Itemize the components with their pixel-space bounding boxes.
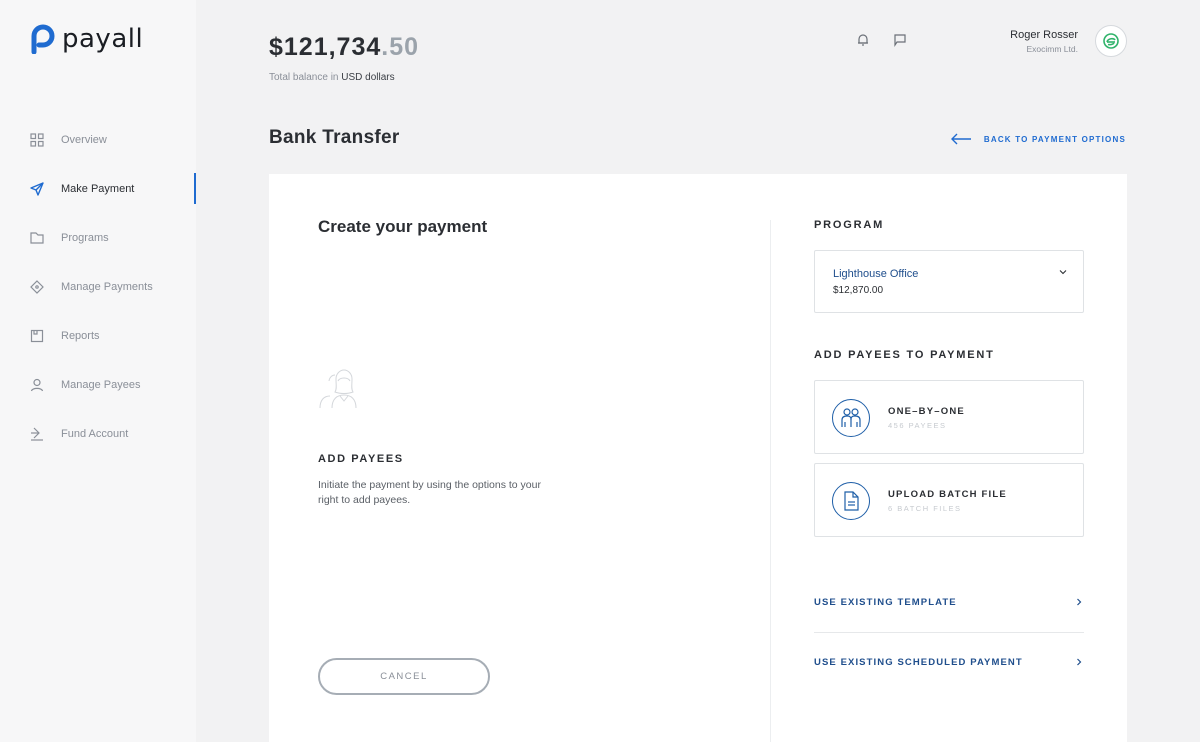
link-label: USE EXISTING SCHEDULED PAYMENT bbox=[814, 656, 1023, 668]
tag-icon bbox=[30, 279, 44, 294]
option-subtitle: 6 BATCH FILES bbox=[888, 504, 962, 513]
sidebar-item-label: Programs bbox=[61, 231, 109, 244]
sidebar-item-label: Overview bbox=[61, 133, 107, 146]
sidebar-item-label: Fund Account bbox=[61, 427, 129, 440]
download-icon bbox=[30, 427, 44, 441]
sidebar-nav: Overview Make Payment Programs Manage Pa… bbox=[0, 115, 196, 458]
balance-cents: .50 bbox=[381, 33, 420, 61]
folder-icon bbox=[30, 231, 44, 245]
use-existing-template-link[interactable]: USE EXISTING TEMPLATE bbox=[814, 587, 1084, 617]
message-icon[interactable] bbox=[892, 32, 908, 48]
program-name: Lighthouse Office bbox=[833, 268, 919, 280]
grid-icon bbox=[30, 132, 44, 147]
links-divider bbox=[814, 632, 1084, 633]
program-select[interactable]: Lighthouse Office $12,870.00 bbox=[814, 250, 1084, 313]
sidebar-item-overview[interactable]: Overview bbox=[0, 115, 196, 164]
program-amount: $12,870.00 bbox=[833, 285, 884, 296]
sidebar-item-label: Make Payment bbox=[61, 182, 135, 195]
sidebar-item-programs[interactable]: Programs bbox=[0, 213, 196, 262]
option-title: UPLOAD BATCH FILE bbox=[888, 489, 1007, 500]
option-title: ONE–BY–ONE bbox=[888, 406, 965, 417]
balance-caption-prefix: Total balance in bbox=[269, 72, 339, 83]
upload-batch-file-option[interactable]: UPLOAD BATCH FILE 6 BATCH FILES bbox=[814, 463, 1084, 537]
chevron-right-icon bbox=[1077, 658, 1082, 666]
panel-divider bbox=[770, 220, 771, 742]
back-link-label: BACK TO PAYMENT OPTIONS bbox=[983, 134, 1126, 144]
user-company: Exocimm Ltd. bbox=[1026, 44, 1079, 54]
page-title: Bank Transfer bbox=[269, 127, 400, 148]
program-label: PROGRAM bbox=[814, 219, 885, 231]
create-payment-title: Create your payment bbox=[318, 217, 488, 236]
sidebar-item-manage-payments[interactable]: Manage Payments bbox=[0, 262, 196, 311]
option-subtitle: 456 PAYEES bbox=[888, 421, 947, 430]
avatar[interactable] bbox=[1095, 25, 1127, 57]
people-icon bbox=[832, 399, 870, 437]
payall-logo-icon bbox=[31, 24, 55, 54]
cancel-button[interactable]: CANCEL bbox=[318, 658, 490, 695]
sidebar-item-label: Manage Payees bbox=[61, 378, 141, 391]
arrow-left-icon bbox=[950, 133, 971, 145]
paper-plane-icon bbox=[30, 181, 44, 196]
sidebar-item-reports[interactable]: Reports bbox=[0, 311, 196, 360]
use-existing-scheduled-payment-link[interactable]: USE EXISTING SCHEDULED PAYMENT bbox=[814, 647, 1084, 677]
report-icon bbox=[30, 329, 44, 343]
document-icon bbox=[832, 482, 870, 520]
sidebar-item-make-payment[interactable]: Make Payment bbox=[0, 164, 196, 213]
payees-illustration-icon bbox=[319, 369, 357, 409]
logo-text: payall bbox=[62, 24, 144, 54]
payment-card: Create your payment ADD PAYEES Initiate … bbox=[269, 174, 1127, 742]
sidebar-item-label: Manage Payments bbox=[61, 280, 153, 293]
company-logo-icon bbox=[1103, 33, 1119, 49]
logo[interactable]: payall bbox=[30, 24, 143, 54]
add-payees-to-payment-label: ADD PAYEES TO PAYMENT bbox=[814, 349, 995, 361]
one-by-one-option[interactable]: ONE–BY–ONE 456 PAYEES bbox=[814, 380, 1084, 454]
total-balance: $121,734.50 bbox=[269, 33, 419, 62]
balance-main: $121,734 bbox=[269, 33, 382, 61]
user-name[interactable]: Roger Rosser bbox=[1010, 29, 1078, 41]
balance-currency: USD dollars bbox=[341, 72, 395, 83]
user-icon bbox=[30, 378, 44, 392]
sidebar: payall Overview Make Payment Programs Ma… bbox=[0, 0, 196, 742]
link-label: USE EXISTING TEMPLATE bbox=[814, 596, 957, 608]
sidebar-item-fund-account[interactable]: Fund Account bbox=[0, 409, 196, 458]
back-to-payment-options-link[interactable]: BACK TO PAYMENT OPTIONS bbox=[950, 133, 1126, 145]
sidebar-item-manage-payees[interactable]: Manage Payees bbox=[0, 360, 196, 409]
add-payees-title: ADD PAYEES bbox=[318, 453, 404, 465]
sidebar-item-label: Reports bbox=[61, 329, 100, 342]
balance-caption: Total balance in USD dollars bbox=[269, 72, 395, 83]
chevron-right-icon bbox=[1077, 598, 1082, 606]
chevron-down-icon bbox=[1059, 270, 1067, 275]
add-payees-description: Initiate the payment by using the option… bbox=[318, 479, 541, 506]
bell-icon[interactable] bbox=[855, 32, 871, 48]
